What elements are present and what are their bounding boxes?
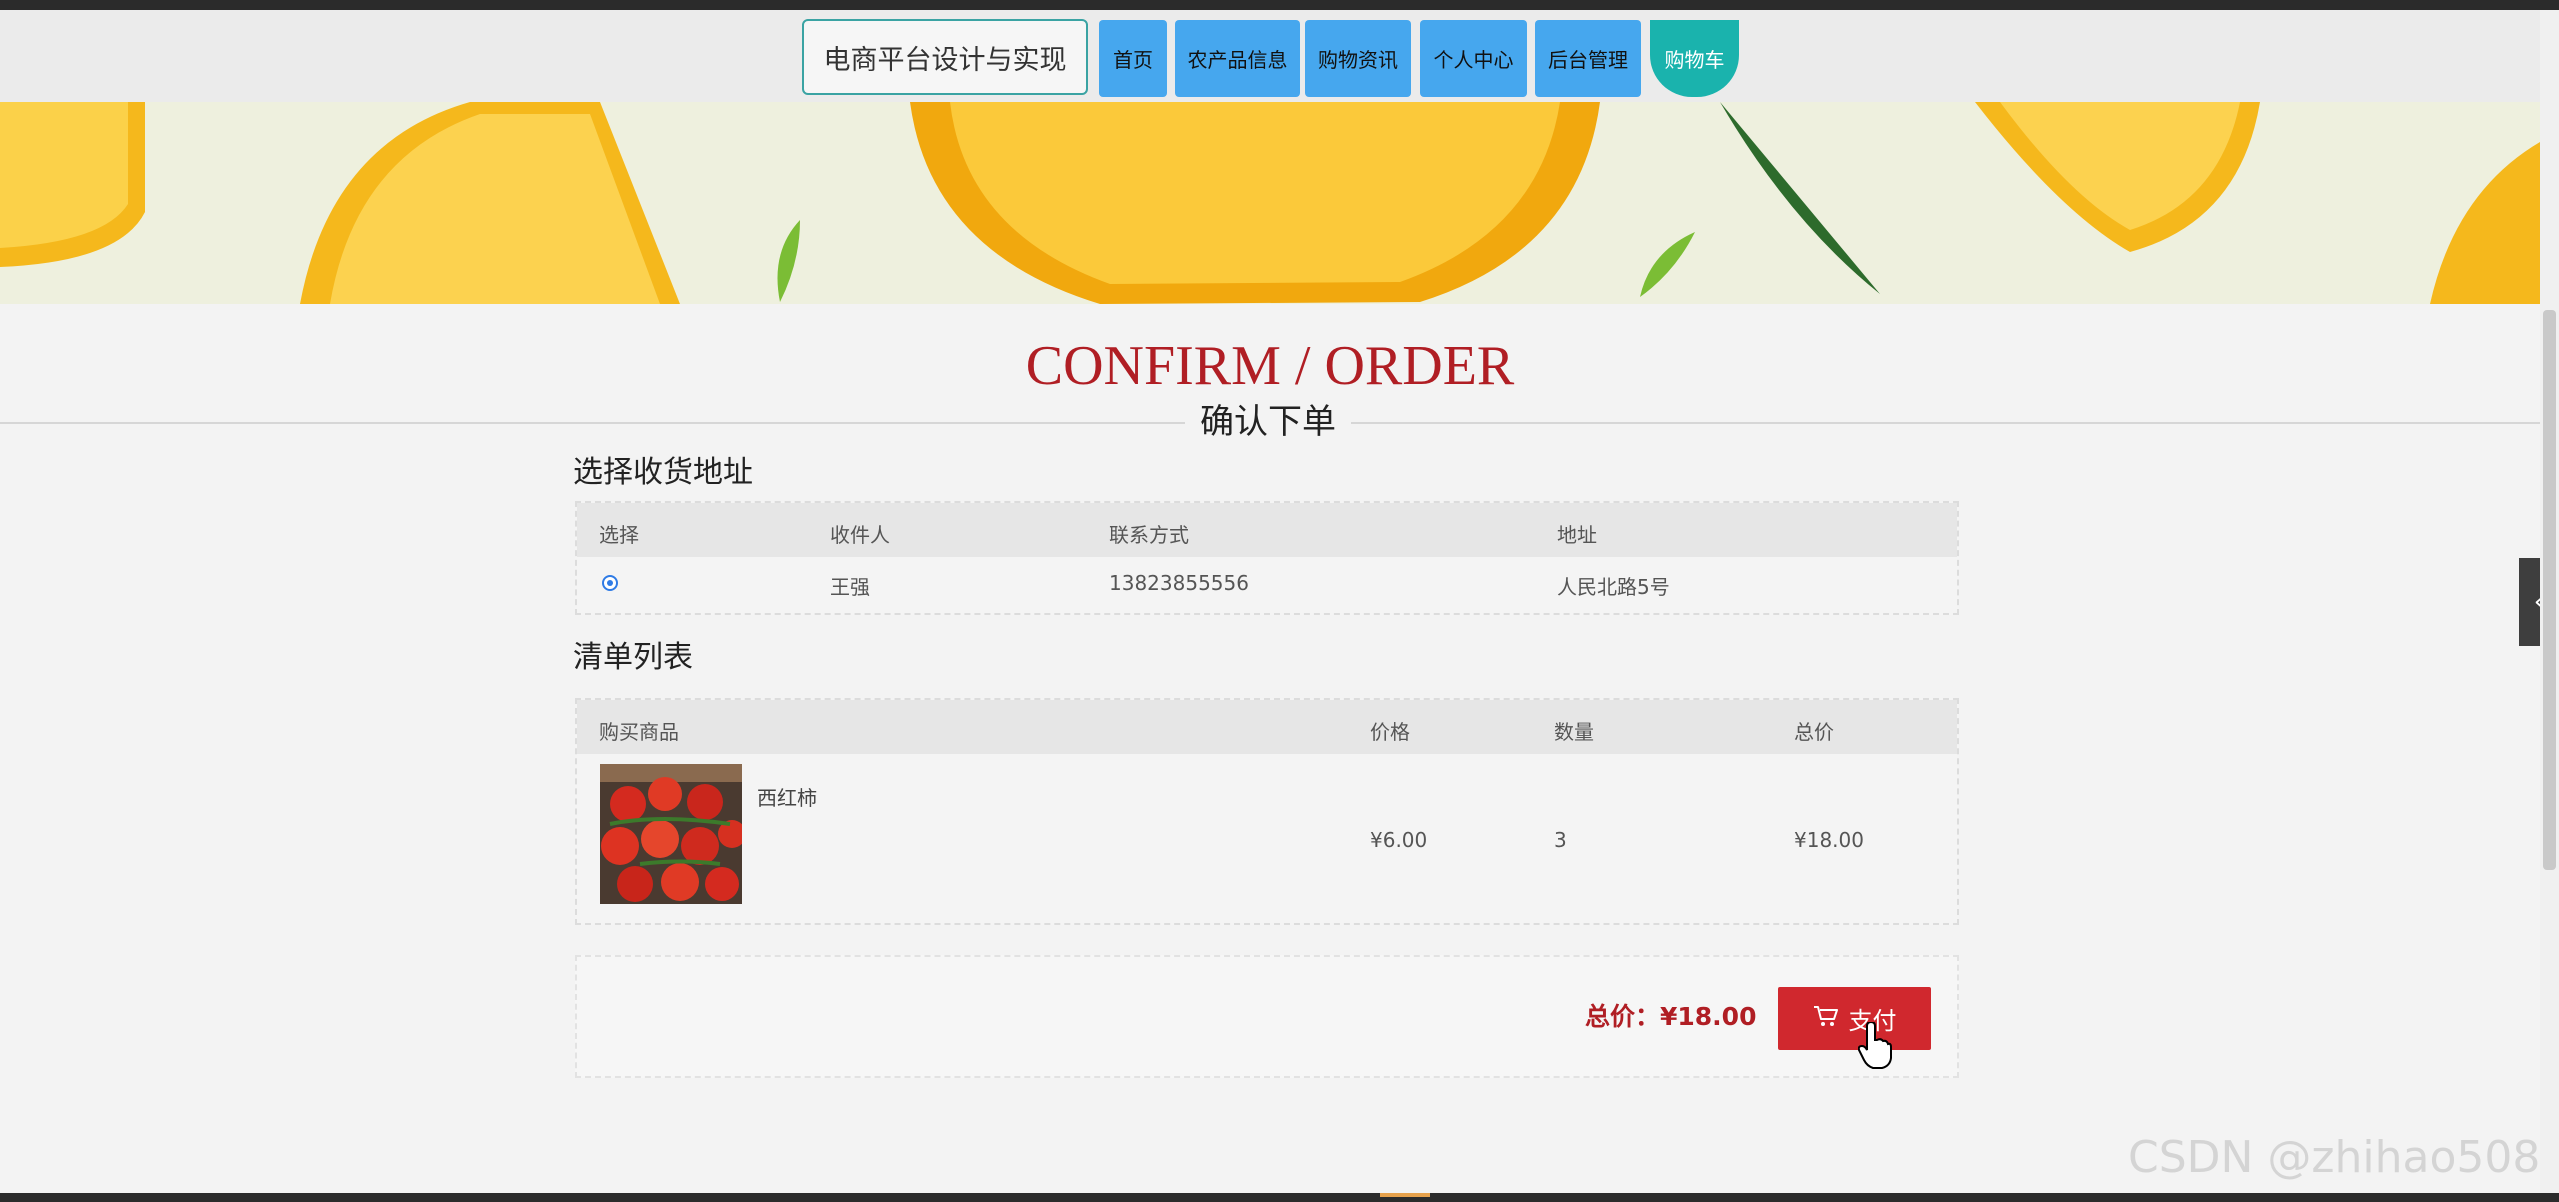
orange-slice-center — [910, 102, 1600, 304]
address-select-radio[interactable] — [602, 575, 618, 591]
column-header-select: 选择 — [599, 523, 639, 547]
orange-slice-center-left — [300, 102, 680, 304]
nav-item-profile[interactable]: 个人中心 — [1420, 20, 1527, 97]
orange-slice-right — [1975, 102, 2540, 304]
address-section-title: 选择收货地址 — [573, 455, 753, 490]
nav-item-news[interactable]: 购物资讯 — [1305, 20, 1411, 97]
recipient-address: 人民北路5号 — [1557, 575, 1670, 599]
recipient-phone: 13823855556 — [1109, 571, 1249, 595]
column-header-total: 总价 — [1794, 720, 1834, 744]
nav-item-admin[interactable]: 后台管理 — [1535, 20, 1641, 97]
csdn-watermark: CSDN @zhihao508 — [2128, 1132, 2541, 1183]
nav-item-home[interactable]: 首页 — [1099, 20, 1167, 97]
list-section-title: 清单列表 — [573, 640, 693, 675]
column-header-phone: 联系方式 — [1109, 523, 1189, 547]
product-name[interactable]: 西红柿 — [757, 782, 817, 811]
product-quantity: 3 — [1554, 828, 1567, 852]
address-table: 选择 收件人 联系方式 地址 王强 13823855556 人民北路5号 — [575, 501, 1959, 615]
orange-banner-image — [0, 102, 2540, 304]
address-table-header: 选择 收件人 联系方式 地址 — [577, 503, 1957, 557]
orange-slice-left — [0, 102, 145, 267]
product-price: ¥6.00 — [1370, 828, 1428, 852]
product-image-tomato[interactable] — [600, 764, 742, 904]
page-scrollbar[interactable] — [2540, 10, 2559, 1193]
order-list-header: 购买商品 价格 数量 总价 — [577, 700, 1957, 754]
order-list-table: 购买商品 价格 数量 总价 西红柿 ¥6.00 3 ¥18.00 — [575, 698, 1959, 925]
column-header-product: 购买商品 — [599, 720, 679, 744]
browser-page: 电商平台设计与实现 首页 农产品信息 购物资讯 个人中心 后台管理 购物车 CO… — [0, 0, 2559, 1202]
product-total: ¥18.00 — [1794, 828, 1864, 852]
hand-cursor-icon — [1857, 1020, 1892, 1070]
nav-item-products[interactable]: 农产品信息 — [1175, 20, 1300, 97]
column-header-price: 价格 — [1370, 720, 1410, 744]
column-header-address: 地址 — [1557, 523, 1597, 547]
nav-item-cart[interactable]: 购物车 — [1650, 20, 1739, 97]
pay-button[interactable]: 支付 — [1778, 987, 1931, 1050]
page-title-chinese: 确认下单 — [1185, 396, 1351, 448]
page-title-english: CONFIRM / ORDER — [1025, 335, 1515, 397]
scrollbar-thumb[interactable] — [2543, 310, 2556, 870]
top-navigation: 电商平台设计与实现 首页 农产品信息 购物资讯 个人中心 后台管理 购物车 — [0, 10, 2540, 102]
recipient-name: 王强 — [830, 575, 870, 599]
order-total: 总价：¥18.00 — [1585, 1002, 1757, 1031]
column-header-recipient: 收件人 — [830, 523, 890, 547]
column-header-quantity: 数量 — [1554, 720, 1594, 744]
site-brand[interactable]: 电商平台设计与实现 — [802, 19, 1088, 95]
window-top-edge — [0, 0, 2559, 10]
cart-icon — [1813, 1004, 1839, 1034]
window-bottom-edge — [0, 1193, 2559, 1202]
